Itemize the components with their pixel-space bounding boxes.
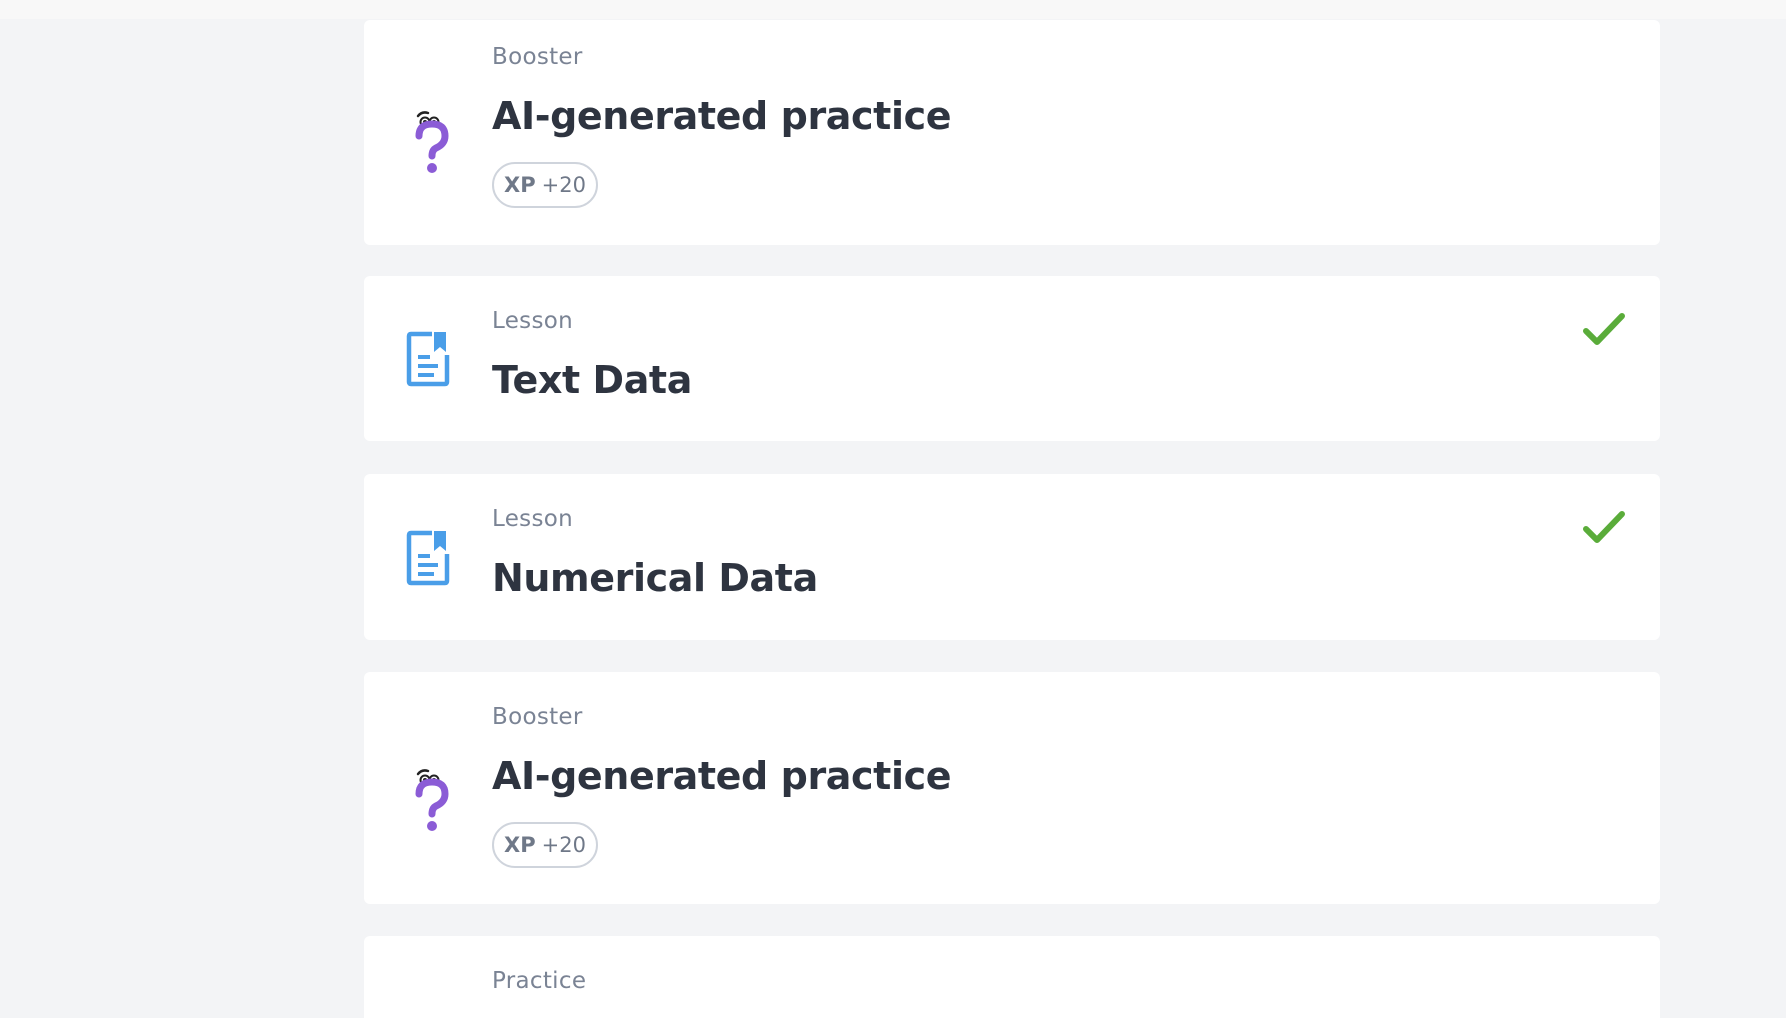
item-type-label: Practice [492, 968, 587, 994]
lesson-document-icon [406, 530, 450, 590]
xp-badge: XP +20 [492, 162, 598, 208]
top-bar-strip [0, 0, 1786, 19]
item-title: Text Data [492, 358, 692, 402]
course-item-card-practice[interactable]: Practice [364, 936, 1660, 1018]
item-type-label: Booster [492, 44, 583, 70]
question-mascot-icon [406, 756, 466, 840]
xp-value: +20 [541, 173, 586, 197]
completed-check-icon [1582, 312, 1626, 352]
lesson-document-icon [406, 331, 450, 391]
xp-value: +20 [541, 833, 586, 857]
question-mascot-icon [406, 98, 466, 182]
completed-check-icon [1582, 510, 1626, 550]
item-type-label: Lesson [492, 308, 573, 334]
course-item-card-booster-2[interactable]: Booster AI-generated practice XP +20 [364, 672, 1660, 904]
item-type-label: Lesson [492, 506, 573, 532]
xp-label: XP [504, 833, 536, 857]
item-title: Numerical Data [492, 556, 818, 600]
item-type-label: Booster [492, 704, 583, 730]
item-title: AI-generated practice [492, 94, 952, 138]
xp-badge: XP +20 [492, 822, 598, 868]
xp-label: XP [504, 173, 536, 197]
course-item-card-booster-1[interactable]: Booster AI-generated practice XP +20 [364, 20, 1660, 245]
item-title: AI-generated practice [492, 754, 952, 798]
course-item-card-numerical-data[interactable]: Lesson Numerical Data [364, 474, 1660, 640]
course-item-card-text-data[interactable]: Lesson Text Data [364, 276, 1660, 441]
